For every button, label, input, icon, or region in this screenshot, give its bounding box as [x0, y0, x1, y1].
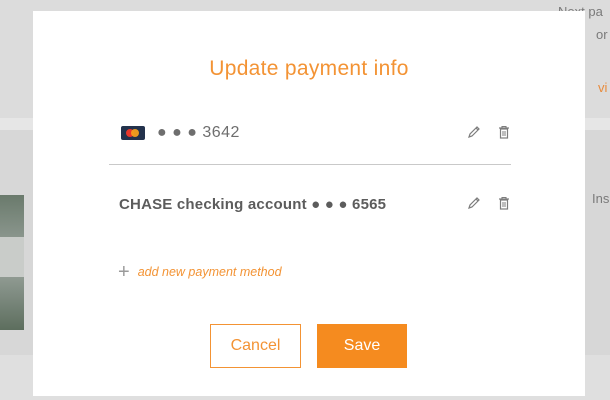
background-text: or: [596, 27, 608, 42]
background-link: vi: [598, 80, 608, 95]
cancel-button[interactable]: Cancel: [210, 324, 301, 368]
row-actions: [467, 196, 511, 210]
edit-icon[interactable]: [467, 196, 481, 210]
edit-icon[interactable]: [467, 125, 481, 139]
update-payment-modal: Update payment info ● ● ● 3642 CHASE che…: [33, 11, 585, 396]
payment-method-row: CHASE checking account ● ● ● 6565: [109, 184, 511, 224]
payment-method-row: ● ● ● 3642: [109, 113, 511, 153]
background-house-photo: [0, 195, 24, 330]
add-payment-method[interactable]: + add new payment method: [118, 261, 282, 283]
row-actions: [467, 125, 511, 139]
divider: [109, 164, 511, 165]
trash-icon[interactable]: [497, 125, 511, 139]
bank-account-label: CHASE checking account ● ● ● 6565: [119, 195, 387, 213]
plus-icon: +: [118, 261, 130, 283]
mastercard-icon: [121, 126, 145, 140]
add-payment-method-link[interactable]: add new payment method: [138, 265, 282, 279]
trash-icon[interactable]: [497, 196, 511, 210]
modal-title: Update payment info: [209, 57, 409, 80]
save-button[interactable]: Save: [317, 324, 407, 368]
background-text: Ins: [592, 191, 610, 206]
card-number: ● ● ● 3642: [157, 124, 240, 141]
